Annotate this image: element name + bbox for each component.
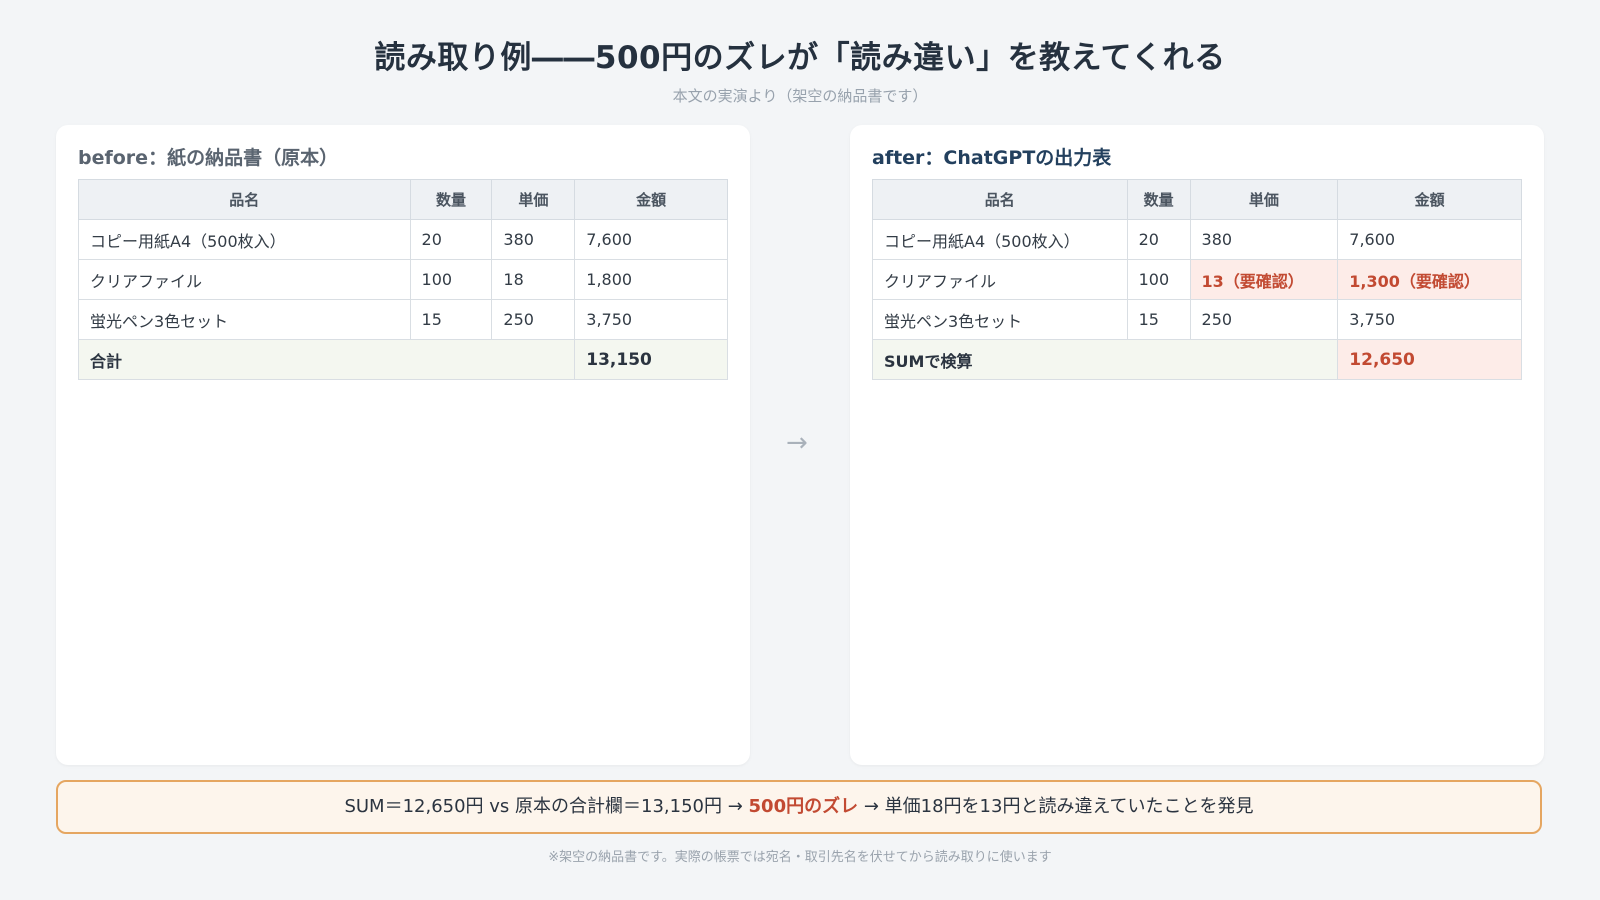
cell-qty: 20 [409,219,493,260]
summary-highlight: 500円のズレ [748,796,859,817]
after-panel-title: after：ChatGPTの出力表 [872,147,1112,169]
total-label: SUMで検算 [871,339,1339,380]
cell-qty: 20 [1126,219,1191,260]
cell-name: クリアファイル [78,259,411,300]
cell-amount: 3,750 [574,299,728,340]
before-panel-title: before：紙の納品書（原本） [78,147,339,169]
total-value: 13,150 [574,339,728,380]
column-header-price: 単価 [491,179,576,220]
table-header-row: 品名 数量 単価 金額 [78,179,728,220]
right-arrow-icon: → [786,428,808,458]
column-header-amount: 金額 [574,179,728,220]
table-row: コピー用紙A4（500枚入） 20 380 7,600 [872,219,1522,260]
cell-name: 蛍光ペン3色セット [872,299,1128,340]
cell-amount: 7,600 [1337,219,1522,260]
cell-qty: 100 [409,259,493,300]
table-row: クリアファイル 100 18 1,800 [78,259,728,300]
summary-prefix: SUM＝12,650円 vs 原本の合計欄＝13,150円 → [344,796,749,817]
column-header-qty: 数量 [1126,179,1191,220]
total-label: 合計 [77,339,576,380]
column-header-name: 品名 [872,179,1128,220]
cell-price: 380 [491,219,576,260]
table-row: コピー用紙A4（500枚入） 20 380 7,600 [78,219,728,260]
column-header-qty: 数量 [409,179,493,220]
page-title: 読み取り例――500円のズレが「読み違い」を教えてくれる [374,40,1226,76]
cell-qty: 15 [1126,299,1191,340]
column-header-amount: 金額 [1337,179,1522,220]
cell-qty: 100 [1126,259,1191,300]
cell-amount: 7,600 [574,219,728,260]
table-header-row: 品名 数量 単価 金額 [872,179,1522,220]
cell-name: コピー用紙A4（500枚入） [872,219,1128,260]
column-header-price: 単価 [1189,179,1339,220]
summary-suffix: → 単価18円を13円と読み違えていたことを発見 [858,796,1254,817]
cell-price: 250 [491,299,576,340]
after-panel: after：ChatGPTの出力表 品名 数量 単価 金額 コピー用紙A4（50… [850,125,1544,765]
cell-name: 蛍光ペン3色セット [78,299,411,340]
before-table: 品名 数量 単価 金額 コピー用紙A4（500枚入） 20 380 7,600 … [77,179,728,380]
cell-amount: 3,750 [1337,299,1522,340]
before-panel: before：紙の納品書（原本） 品名 数量 単価 金額 コピー用紙A4（500… [56,125,750,765]
cell-price: 380 [1189,219,1339,260]
flagged-amount-cell: 1,300（要確認） [1337,259,1522,300]
table-row: クリアファイル 100 13（要確認） 1,300（要確認） [872,259,1522,300]
footnote: ※架空の納品書です。実際の帳票では宛名・取引先名を伏せてから読み取りに使います [548,850,1052,865]
flagged-total-value: 12,650 [1337,339,1522,380]
cell-price: 18 [491,259,576,300]
cell-price: 250 [1189,299,1339,340]
cell-name: コピー用紙A4（500枚入） [78,219,411,260]
column-header-name: 品名 [78,179,411,220]
table-row: 蛍光ペン3色セット 15 250 3,750 [78,299,728,340]
flagged-price-cell: 13（要確認） [1189,259,1339,300]
total-row: SUMで検算 12,650 [871,339,1522,380]
cell-amount: 1,800 [574,259,728,300]
cell-qty: 15 [409,299,493,340]
cell-name: クリアファイル [872,259,1128,300]
after-table: 品名 数量 単価 金額 コピー用紙A4（500枚入） 20 380 7,600 … [871,179,1522,380]
page-subtitle: 本文の実演より（架空の納品書です） [672,87,928,105]
total-row: 合計 13,150 [77,339,728,380]
summary-callout: SUM＝12,650円 vs 原本の合計欄＝13,150円 → 500円のズレ … [56,780,1542,834]
table-row: 蛍光ペン3色セット 15 250 3,750 [872,299,1522,340]
